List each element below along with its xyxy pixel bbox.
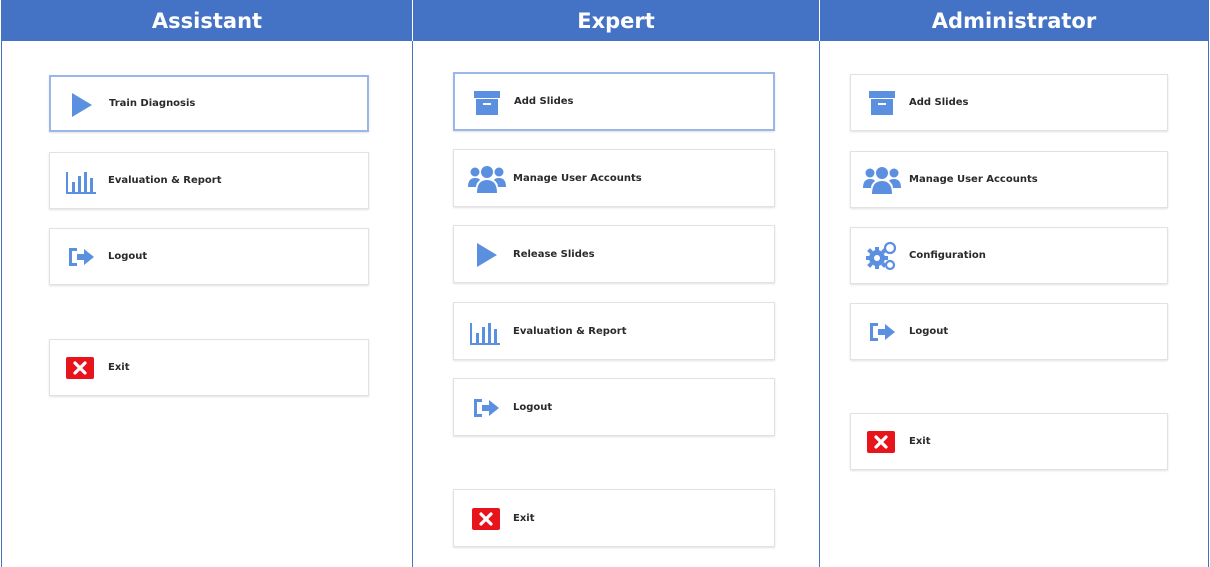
release-slides-button[interactable]: Release Slides (453, 225, 775, 283)
bar-chart-icon (66, 167, 96, 195)
archive-box-icon (473, 89, 501, 117)
button-label: Exit (909, 436, 931, 447)
manage-user-accounts-button[interactable]: Manage User Accounts (453, 149, 775, 207)
exit-icon (867, 431, 895, 453)
button-label: Add Slides (909, 97, 969, 108)
button-label: Exit (513, 512, 535, 524)
gears-icon (865, 241, 897, 271)
button-label: Manage User Accounts (513, 172, 642, 184)
archive-box-icon (868, 89, 896, 117)
exit-icon (66, 357, 94, 379)
column-expert: Expert Add Slides Manage User Accounts R… (413, 0, 819, 567)
button-label: Configuration (909, 250, 986, 261)
evaluation-report-button[interactable]: Evaluation & Report (49, 152, 369, 209)
exit-button[interactable]: Exit (850, 413, 1168, 470)
column-header-expert: Expert (413, 0, 819, 41)
bar-chart-icon (470, 318, 500, 346)
button-label: Logout (909, 326, 949, 337)
logout-button[interactable]: Logout (49, 228, 369, 285)
column-header-assistant: Assistant (2, 0, 412, 41)
button-label: Release Slides (513, 248, 595, 260)
logout-icon (66, 244, 96, 270)
configuration-button[interactable]: Configuration (850, 227, 1168, 284)
add-slides-button[interactable]: Add Slides (850, 74, 1168, 131)
play-icon (474, 242, 500, 268)
column-administrator: Administrator Add Slides Manage User Acc… (820, 0, 1208, 567)
logout-icon (471, 395, 501, 421)
manage-user-accounts-button[interactable]: Manage User Accounts (850, 151, 1168, 208)
exit-icon (472, 508, 500, 530)
add-slides-button[interactable]: Add Slides (453, 72, 775, 131)
users-icon (468, 163, 506, 195)
logout-button[interactable]: Logout (850, 303, 1168, 360)
button-label: Train Diagnosis (109, 98, 196, 109)
button-label: Evaluation & Report (513, 325, 627, 337)
button-label: Logout (108, 251, 148, 262)
users-icon (863, 164, 901, 196)
button-label: Exit (108, 362, 130, 373)
evaluation-report-button[interactable]: Evaluation & Report (453, 302, 775, 360)
button-label: Evaluation & Report (108, 175, 222, 186)
button-label: Logout (513, 401, 553, 413)
logout-icon (867, 319, 897, 345)
column-header-administrator: Administrator (820, 0, 1208, 41)
exit-button[interactable]: Exit (453, 489, 775, 547)
button-label: Add Slides (514, 96, 574, 107)
column-assistant: Assistant Train Diagnosis Evaluation & R… (2, 0, 412, 567)
logout-button[interactable]: Logout (453, 378, 775, 436)
button-label: Manage User Accounts (909, 174, 1038, 185)
play-icon (69, 92, 95, 118)
exit-button[interactable]: Exit (49, 339, 369, 396)
train-diagnosis-button[interactable]: Train Diagnosis (49, 75, 369, 132)
role-menu-table: Assistant Train Diagnosis Evaluation & R… (1, 0, 1209, 567)
